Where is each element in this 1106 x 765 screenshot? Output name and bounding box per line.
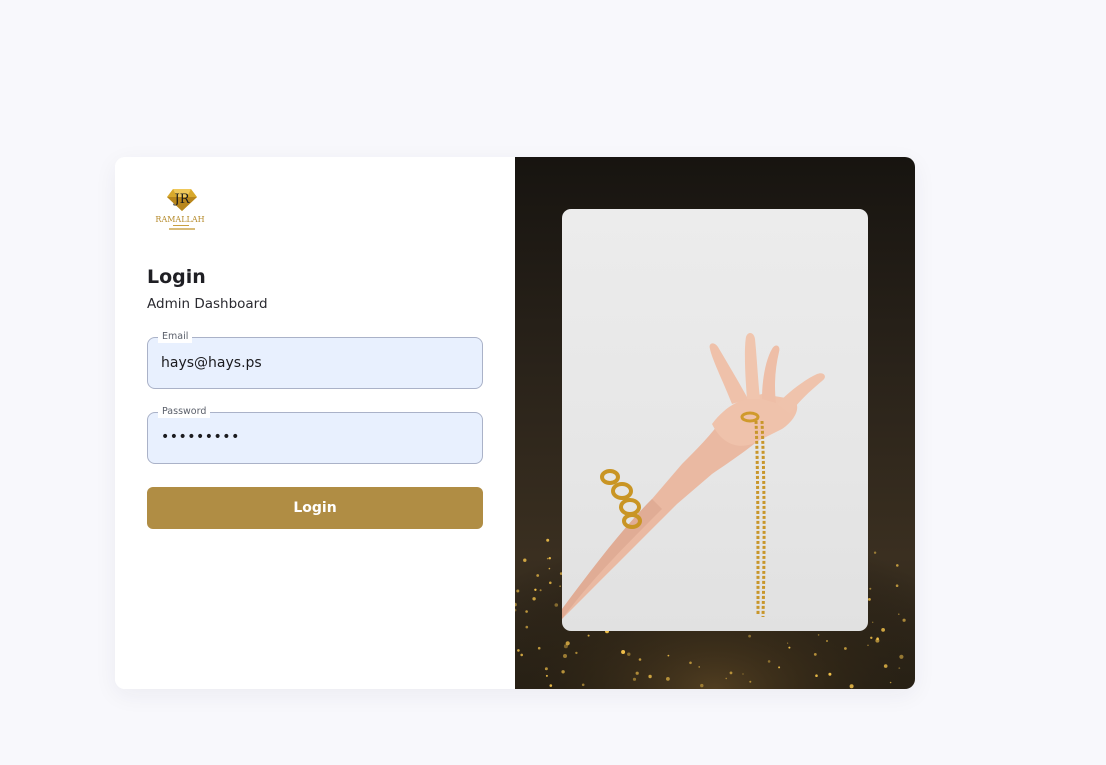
password-field[interactable]: Password •••••••••	[147, 405, 483, 464]
password-input[interactable]: •••••••••	[161, 428, 470, 446]
email-field[interactable]: Email hays@hays.ps	[147, 330, 483, 389]
login-card: JR RAMALLAH Login Admin Dashboard Email …	[115, 157, 915, 689]
brand-logo: JR RAMALLAH	[151, 185, 213, 237]
page-subtitle: Admin Dashboard	[147, 296, 268, 312]
page-title: Login	[147, 266, 206, 288]
password-label: Password	[158, 405, 211, 418]
logo-wordmark: RAMALLAH	[155, 215, 204, 224]
login-panel: JR RAMALLAH Login Admin Dashboard Email …	[115, 157, 515, 689]
svg-text:JR: JR	[173, 192, 191, 207]
hero-photo	[562, 209, 868, 631]
hand-with-gold-jewelry-image	[562, 333, 825, 619]
email-input[interactable]: hays@hays.ps	[161, 354, 470, 372]
diamond-logo-icon: JR RAMALLAH	[155, 189, 205, 230]
login-button[interactable]: Login	[147, 487, 483, 529]
email-label: Email	[158, 330, 193, 343]
hero-panel	[515, 157, 915, 689]
